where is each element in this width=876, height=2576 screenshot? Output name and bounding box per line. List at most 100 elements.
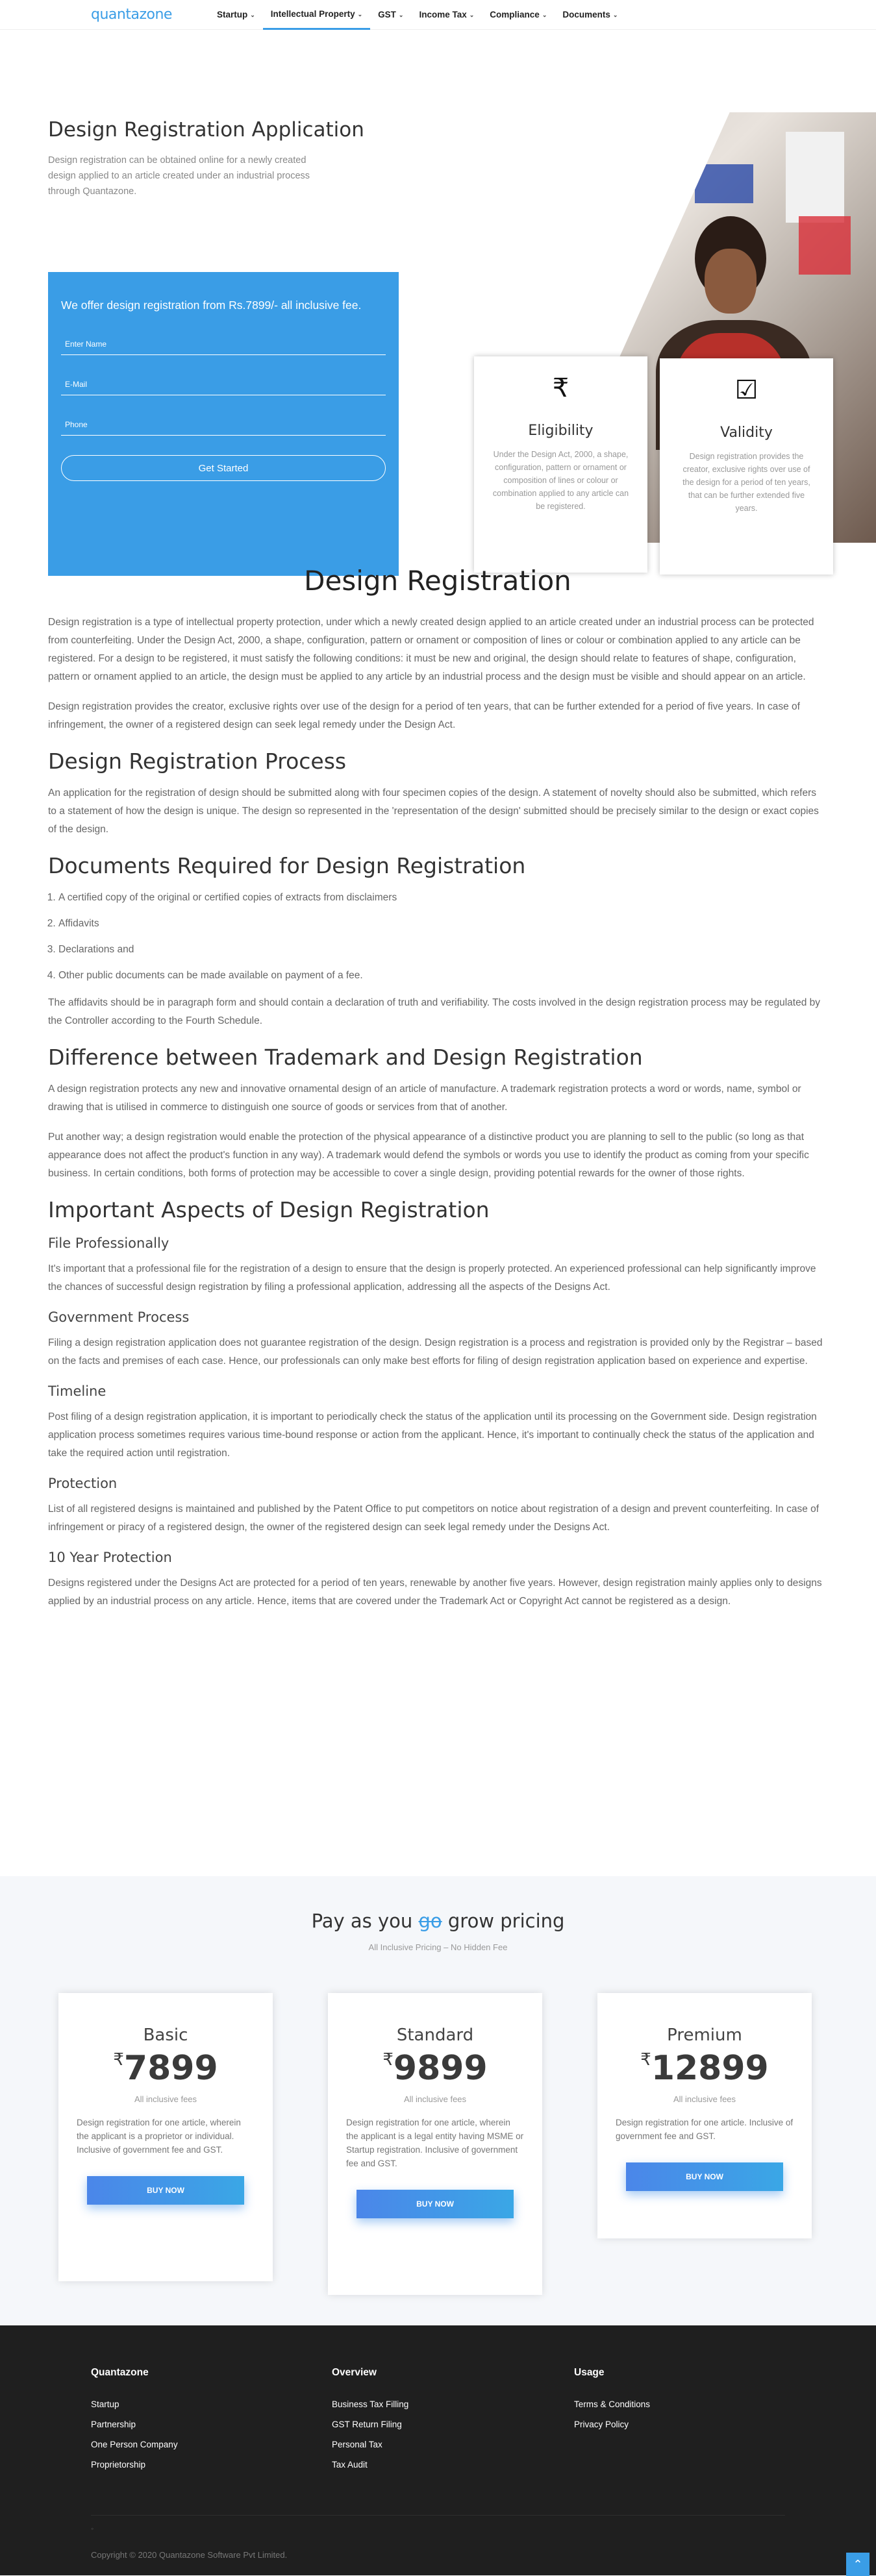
phone-input[interactable] [65,415,386,434]
section-heading: Design Registration Process [48,749,347,774]
footer-column-overview: Overview Business Tax Filling GST Return… [332,2367,408,2480]
list-item: Declarations and [58,941,827,959]
paragraph: The affidavits should be in paragraph fo… [48,997,821,1026]
footer-link[interactable]: Proprietorship [91,2460,178,2470]
menu-item-documents[interactable]: Documents ⌄ [555,0,625,30]
top-navbar: quantazone Startup ⌄ Intellectual Propert… [0,0,876,30]
pricing-subheading: All Inclusive Pricing – No Hidden Fee [368,1942,508,1952]
paragraph: It's important that a professional file … [48,1263,816,1293]
rupee-icon: ₹ [552,374,569,402]
footer-divider [91,2515,785,2516]
menu-item-startup[interactable]: Startup ⌄ [209,0,263,30]
scroll-to-top-button[interactable]: ⌃ [846,2553,870,2576]
menu-item-label: Intellectual Property [270,8,355,19]
paragraph: List of all registered designs is mainta… [48,1504,820,1533]
email-field-wrap [61,375,386,395]
buy-now-button[interactable]: BUY NOW [87,2176,244,2205]
checkbox-icon: ☑ [734,376,758,404]
footer-heading: Quantazone [91,2367,149,2378]
validity-card: ☑ Validity Design registration provides … [660,358,833,575]
footer-link[interactable]: Business Tax Filling [332,2399,408,2409]
chevron-down-icon: ⌄ [542,12,547,18]
buy-now-button[interactable]: BUY NOW [357,2190,514,2218]
plan-name: Premium [667,2025,742,2045]
hero-section: Design Registration Application Design r… [0,30,876,576]
footer-link[interactable]: Privacy Policy [574,2420,650,2429]
plan-description: Design registration for one article, whe… [346,2118,524,2168]
list-item: A certified copy of the original or cert… [58,889,827,907]
fee-note: All inclusive fees [403,2094,467,2104]
rupee-icon: ₹ [382,2050,394,2070]
footer-link[interactable]: Terms & Conditions [574,2399,650,2409]
menu-item-label: Startup [217,10,248,19]
paragraph: Put another way; a design registration w… [48,1132,809,1179]
pricing-section: Pay as you go grow pricing All Inclusive… [0,1876,876,2325]
rupee-icon: ₹ [113,2050,124,2070]
footer-link[interactable]: GST Return Filing [332,2420,408,2429]
get-started-button[interactable]: Get Started [61,455,386,481]
plan-name: Basic [143,2025,188,2045]
card-title: Eligibility [528,423,594,439]
copyright-text: Copyright © 2020 Quantazone Software Pvt… [91,2550,288,2560]
menu-item-gst[interactable]: GST ⌄ [370,0,411,30]
list-item: Affidavits [58,915,827,933]
footer-link[interactable]: Startup [91,2399,178,2409]
hero-subtitle: Design registration can be obtained onli… [48,155,310,197]
paragraph: Filing a design registration application… [48,1337,823,1367]
card-text: Under the Design Act, 2000, a shape, con… [492,450,629,511]
paragraph: Post filing of a design registration app… [48,1411,817,1459]
site-logo[interactable]: quantazone [91,6,172,23]
paragraph: Designs registered under the Designs Act… [48,1578,822,1607]
plan-card-premium: Premium ₹12899 All inclusive fees Design… [597,1993,812,2238]
name-field-wrap [61,334,386,355]
sub-heading: Timeline [48,1383,106,1399]
chevron-down-icon: ⌄ [469,12,475,18]
paragraph: A design registration protects any new a… [48,1084,801,1113]
sub-heading: File Professionally [48,1235,169,1251]
lead-form: We offer design registration from Rs.789… [48,272,399,576]
plan-card-basic: Basic ₹7899 All inclusive fees Design re… [58,1993,273,2281]
sub-heading: Protection [48,1476,118,1491]
menu-item-label: GST [378,10,396,19]
footer-link[interactable]: Personal Tax [332,2440,408,2449]
paragraph: Design registration provides the creator… [48,701,800,730]
plan-price: ₹7899 [113,2049,218,2088]
sub-heading: 10 Year Protection [48,1550,172,1565]
menu-item-intellectual-property[interactable]: Intellectual Property ⌄ [262,0,371,30]
rupee-icon: ₹ [640,2050,651,2070]
main-title: Design Registration [304,565,571,597]
email-input[interactable] [65,375,386,394]
page-title: Design Registration Application [48,118,364,142]
menu-item-income-tax[interactable]: Income Tax ⌄ [411,0,482,30]
section-heading: Documents Required for Design Registrati… [48,853,526,878]
card-text: Design registration provides the creator… [682,452,810,513]
chevron-down-icon: ⌄ [357,10,363,18]
paragraph: Design registration is a type of intelle… [48,617,814,682]
footer-column-usage: Usage Terms & Conditions Privacy Policy [574,2367,650,2440]
menu-item-label: Compliance [490,10,540,19]
footer-heading: Usage [574,2367,605,2378]
chevron-up-icon: ⌃ [853,2558,863,2571]
plan-description: Design registration for one article. Inc… [616,2118,794,2141]
section-heading: Important Aspects of Design Registration [48,1197,490,1222]
fee-note: All inclusive fees [134,2094,197,2104]
footer-column-quantazone: Quantazone Startup Partnership One Perso… [91,2367,178,2480]
footer-link[interactable]: One Person Company [91,2440,178,2449]
name-input[interactable] [65,334,386,354]
pricing-heading: Pay as you go grow pricing [311,1910,565,1932]
offer-text: We offer design registration from Rs.789… [61,299,362,312]
site-footer: Quantazone Startup Partnership One Perso… [0,2325,876,2576]
footer-link[interactable]: Partnership [91,2420,178,2429]
phone-field-wrap [61,415,386,436]
menu-item-compliance[interactable]: Compliance ⌄ [482,0,555,30]
list-item: Other public documents can be made avail… [58,967,827,985]
plan-card-standard: Standard ₹9899 All inclusive fees Design… [328,1993,542,2295]
section-heading: Difference between Trademark and Design … [48,1045,643,1070]
article-content: Design Registration Design registration … [48,565,827,1622]
footer-link[interactable]: Tax Audit [332,2460,408,2470]
buy-now-button[interactable]: BUY NOW [626,2162,783,2191]
plan-description: Design registration for one article, whe… [77,2118,241,2155]
chevron-down-icon: ⌄ [398,12,404,18]
small-logo-icon: ◦ [91,2524,94,2533]
plan-price: ₹12899 [640,2049,769,2088]
